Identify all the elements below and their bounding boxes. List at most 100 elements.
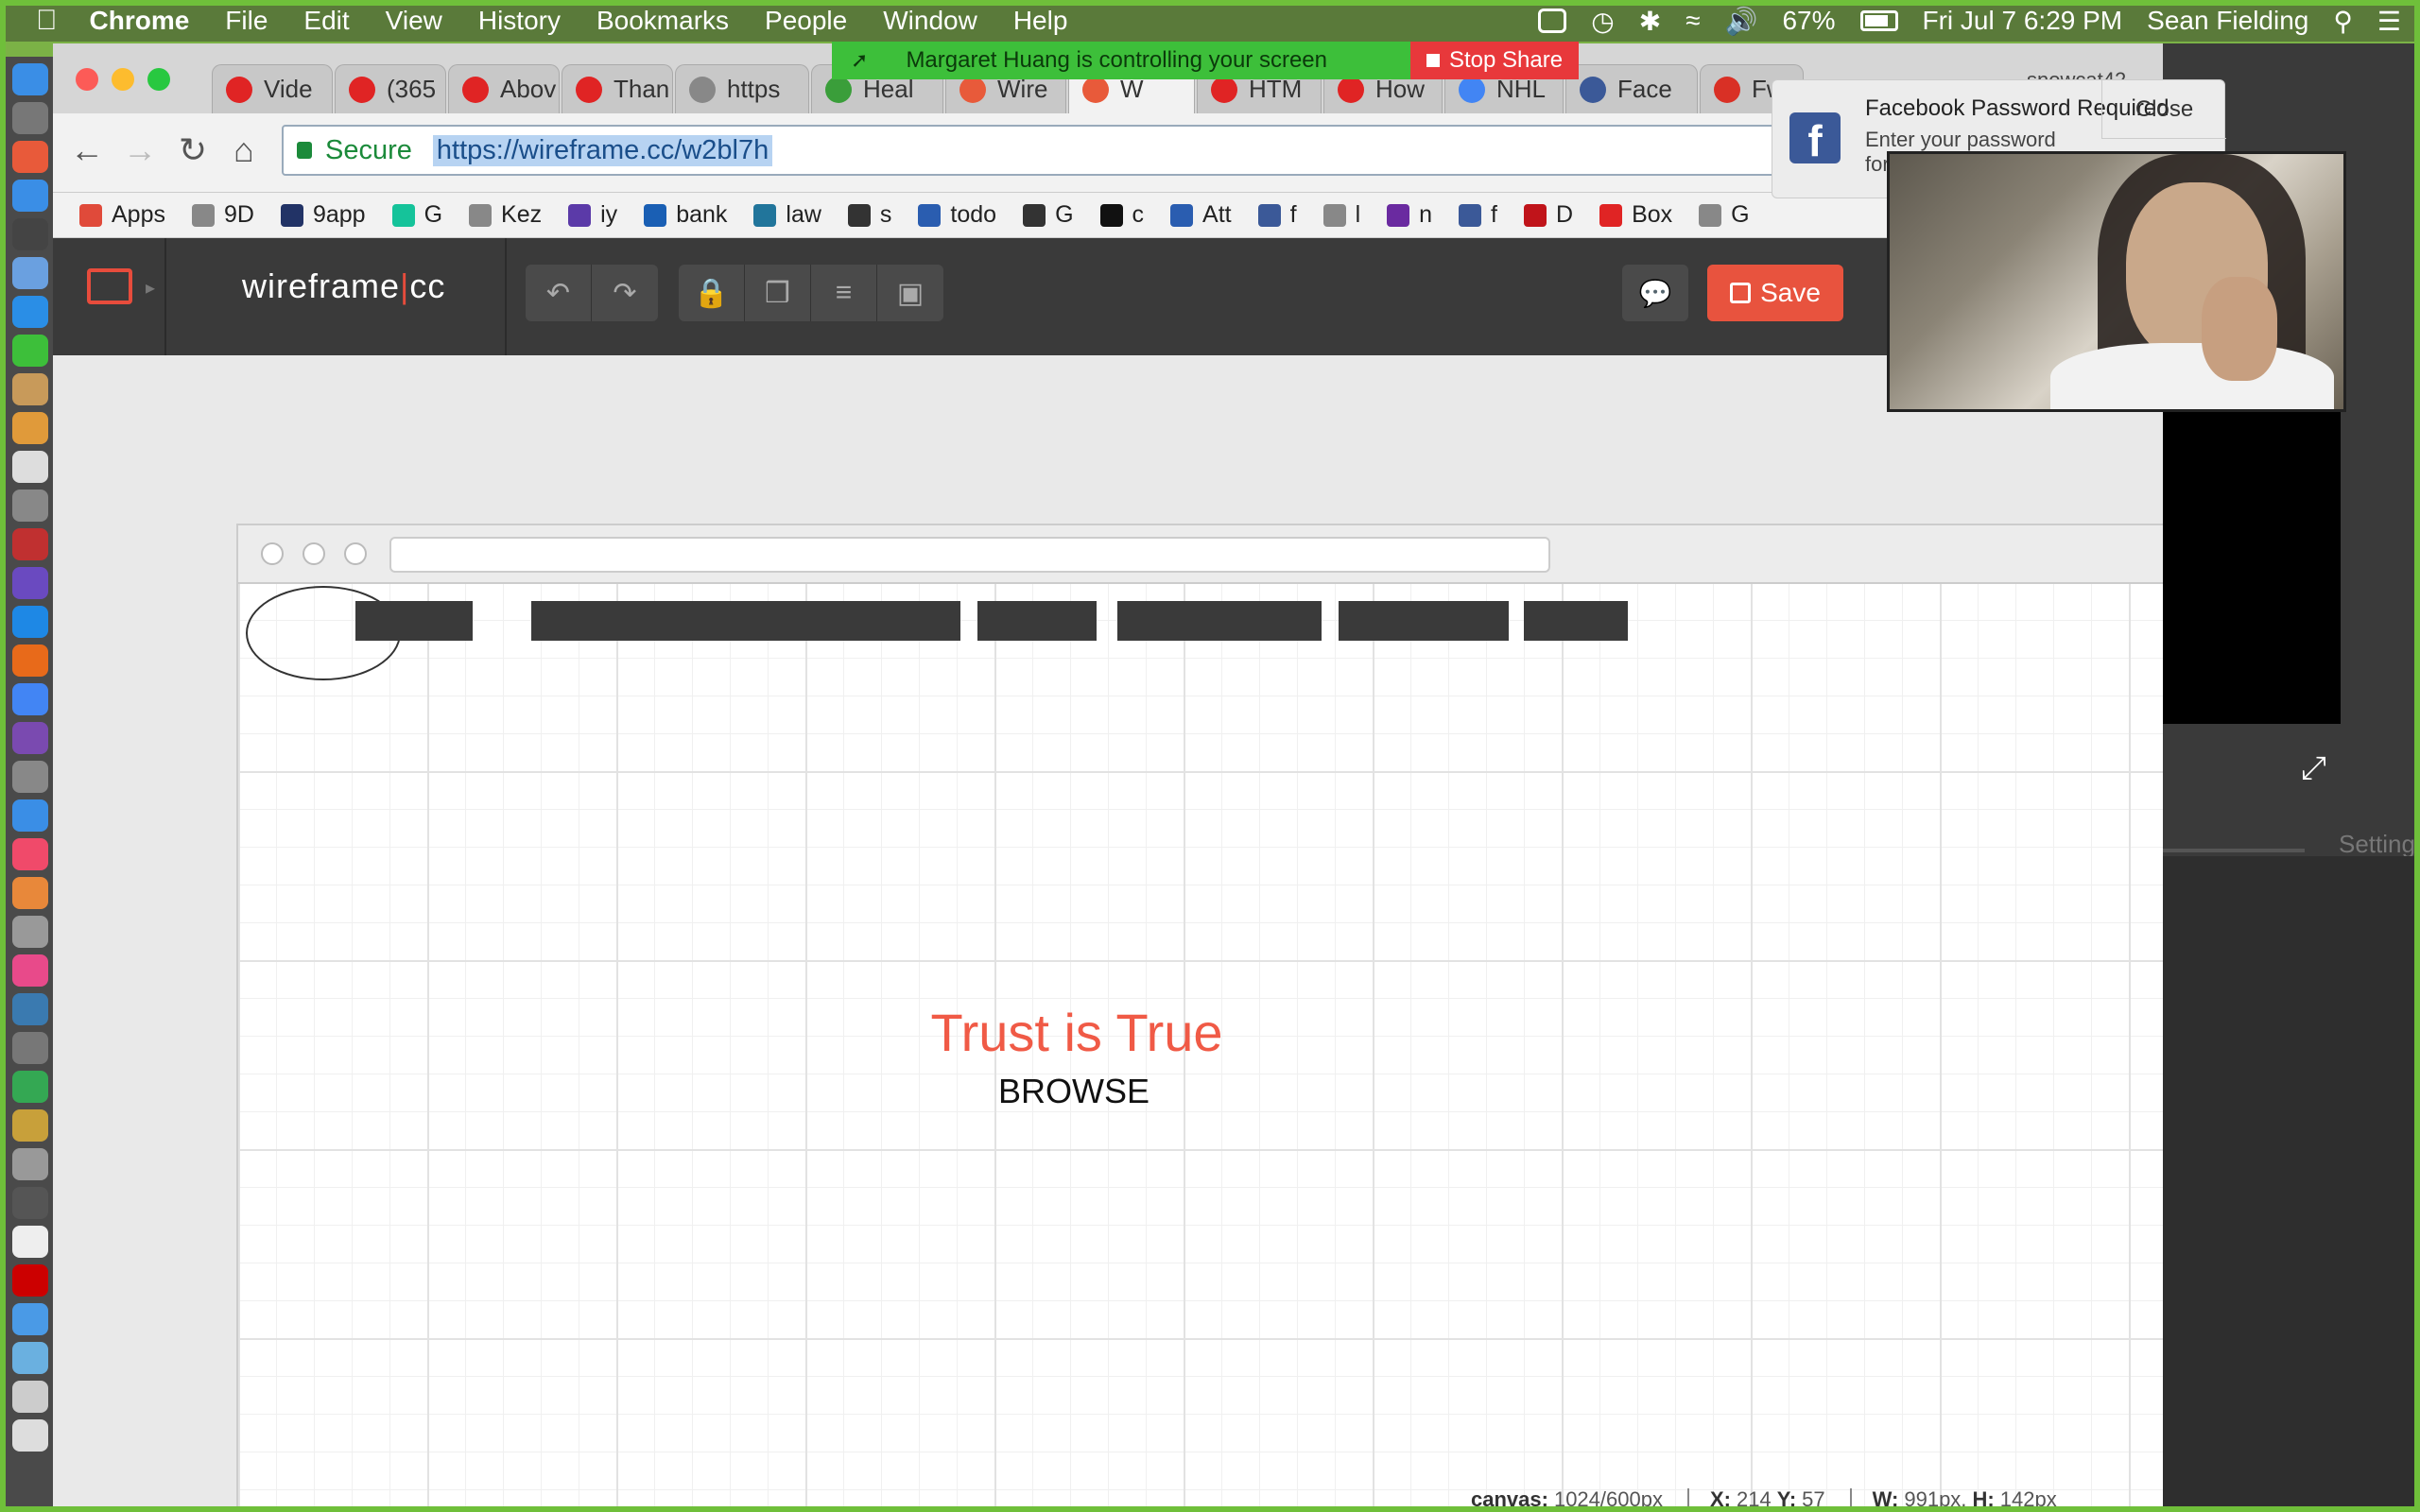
bookmark-item[interactable]: 9app <box>280 201 366 229</box>
mock-nav-item[interactable] <box>355 601 473 641</box>
dock-app-icon[interactable] <box>12 102 48 134</box>
stop-share-button[interactable]: Stop Share <box>1410 42 1579 79</box>
bookmark-item[interactable]: law <box>753 201 821 229</box>
dock-app-icon[interactable] <box>12 916 48 948</box>
lock-element-icon[interactable]: 🔒 <box>679 265 745 321</box>
dock-app-icon[interactable] <box>12 1148 48 1180</box>
bookmark-item[interactable]: todo <box>918 201 996 229</box>
tab-12[interactable]: Face <box>1565 64 1698 113</box>
webcam-video[interactable] <box>1887 151 2346 412</box>
back-icon[interactable]: ← <box>66 130 108 170</box>
save-button[interactable]: Save <box>1707 265 1843 321</box>
bring-to-front-icon[interactable]: ❒ <box>745 265 811 321</box>
bookmark-item[interactable]: G <box>1023 201 1074 229</box>
dock-app-icon[interactable] <box>12 296 48 328</box>
apple-menu-icon[interactable]:  <box>36 5 58 37</box>
bookmark-item[interactable]: iy <box>568 201 617 229</box>
menu-history[interactable]: History <box>478 6 561 36</box>
canvas-headline[interactable]: Trust is True <box>238 1002 1915 1063</box>
zoom-window-icon[interactable] <box>147 68 170 91</box>
dock-app-icon[interactable] <box>12 180 48 212</box>
mock-nav-item[interactable] <box>856 601 960 641</box>
dock-app-icon[interactable] <box>12 1071 48 1103</box>
home-icon[interactable]: ⌂ <box>223 130 265 170</box>
dock-app-icon[interactable] <box>12 799 48 832</box>
bookmark-item[interactable]: D <box>1524 201 1573 229</box>
time-machine-icon[interactable]: ◷ <box>1591 6 1614 37</box>
battery-icon[interactable] <box>1859 10 1898 31</box>
canvas-browse-label[interactable]: BROWSE <box>238 1072 1910 1111</box>
dock-app-icon[interactable] <box>12 412 48 444</box>
dock-app-icon[interactable] <box>12 451 48 483</box>
menu-view[interactable]: View <box>386 6 442 36</box>
tab-1[interactable]: Vide <box>212 64 333 113</box>
bookmark-item[interactable]: bank <box>644 201 727 229</box>
bluetooth-icon[interactable]: ✱ <box>1639 6 1661 37</box>
dock-app-icon[interactable] <box>12 1032 48 1064</box>
bookmark-item[interactable]: Box <box>1599 201 1672 229</box>
bookmark-item[interactable]: f <box>1257 201 1297 229</box>
menu-bookmarks[interactable]: Bookmarks <box>596 6 729 36</box>
tab-5[interactable]: https <box>675 64 809 113</box>
wifi-icon[interactable]: ≈ <box>1685 6 1700 36</box>
bookmark-item[interactable]: c <box>1099 201 1144 229</box>
spotlight-search-icon[interactable]: ⚲ <box>2333 6 2353 37</box>
dock-app-icon[interactable] <box>12 644 48 677</box>
expand-icon[interactable]: ⤢ <box>2301 750 2326 787</box>
dock-app-icon[interactable] <box>12 218 48 250</box>
user-name[interactable]: Sean Fielding <box>2147 6 2308 36</box>
tab-3[interactable]: Abov <box>448 64 560 113</box>
menu-app[interactable]: Chrome <box>90 6 190 36</box>
menu-arrow-icon[interactable]: ▸ <box>146 276 155 300</box>
dock-app-icon[interactable] <box>12 954 48 987</box>
bookmark-item[interactable]: Apps <box>79 201 165 229</box>
bookmark-item[interactable]: f <box>1459 201 1497 229</box>
dock-app-icon[interactable] <box>12 528 48 560</box>
bookmark-item[interactable]: Kez <box>469 201 542 229</box>
menu-help[interactable]: Help <box>1013 6 1068 36</box>
dock-app-icon[interactable] <box>12 1342 48 1374</box>
undo-icon[interactable]: ↶ <box>526 265 592 321</box>
menu-people[interactable]: People <box>765 6 847 36</box>
mock-nav-item[interactable] <box>692 601 862 641</box>
mock-nav-item[interactable] <box>977 601 1097 641</box>
mock-nav-item[interactable] <box>1524 601 1628 641</box>
align-left-icon[interactable]: ≡ <box>811 265 877 321</box>
minimize-window-icon[interactable] <box>112 68 134 91</box>
bookmark-item[interactable]: G <box>391 201 442 229</box>
dock-app-icon[interactable] <box>12 877 48 909</box>
dock-app-icon[interactable] <box>12 1303 48 1335</box>
wireframe-menu-icon[interactable] <box>87 268 132 304</box>
dock-app-icon[interactable] <box>12 335 48 367</box>
dock-app-icon[interactable] <box>12 1226 48 1258</box>
comment-button[interactable]: 💬 <box>1622 265 1688 321</box>
clock[interactable]: Fri Jul 7 6:29 PM <box>1923 6 2123 36</box>
tab-4[interactable]: Than <box>562 64 673 113</box>
volume-icon[interactable]: 🔊 <box>1725 6 1758 37</box>
mock-nav-item[interactable] <box>1339 601 1509 641</box>
reload-icon[interactable]: ↻ <box>172 130 214 170</box>
settings-tab[interactable]: Setting <box>2339 830 2415 859</box>
bookmark-item[interactable]: l <box>1322 201 1360 229</box>
dock-app-icon[interactable] <box>12 373 48 405</box>
redo-icon[interactable]: ↷ <box>592 265 658 321</box>
mock-address-bar[interactable] <box>389 537 1550 573</box>
camera-icon[interactable] <box>1538 9 1567 33</box>
dock-app-icon[interactable] <box>12 606 48 638</box>
dock-app-icon[interactable] <box>12 722 48 754</box>
close-window-icon[interactable] <box>76 68 98 91</box>
dock-app-icon[interactable] <box>12 838 48 870</box>
dock-app-icon[interactable] <box>12 761 48 793</box>
bookmark-item[interactable]: G <box>1699 201 1750 229</box>
group-icon[interactable]: ▣ <box>877 265 943 321</box>
dock-app-icon[interactable] <box>12 141 48 173</box>
dock-app-icon[interactable] <box>12 490 48 522</box>
bookmark-item[interactable]: s <box>847 201 891 229</box>
bookmark-item[interactable]: Att <box>1170 201 1232 229</box>
tab-2[interactable]: (365 <box>335 64 446 113</box>
wireframe-canvas[interactable]: Trust is True BROWSE <box>236 524 2165 1512</box>
mock-browser-bar[interactable] <box>238 525 2165 584</box>
menu-file[interactable]: File <box>225 6 268 36</box>
dock-app-icon[interactable] <box>12 1419 48 1452</box>
mock-nav-item[interactable] <box>1117 601 1322 641</box>
